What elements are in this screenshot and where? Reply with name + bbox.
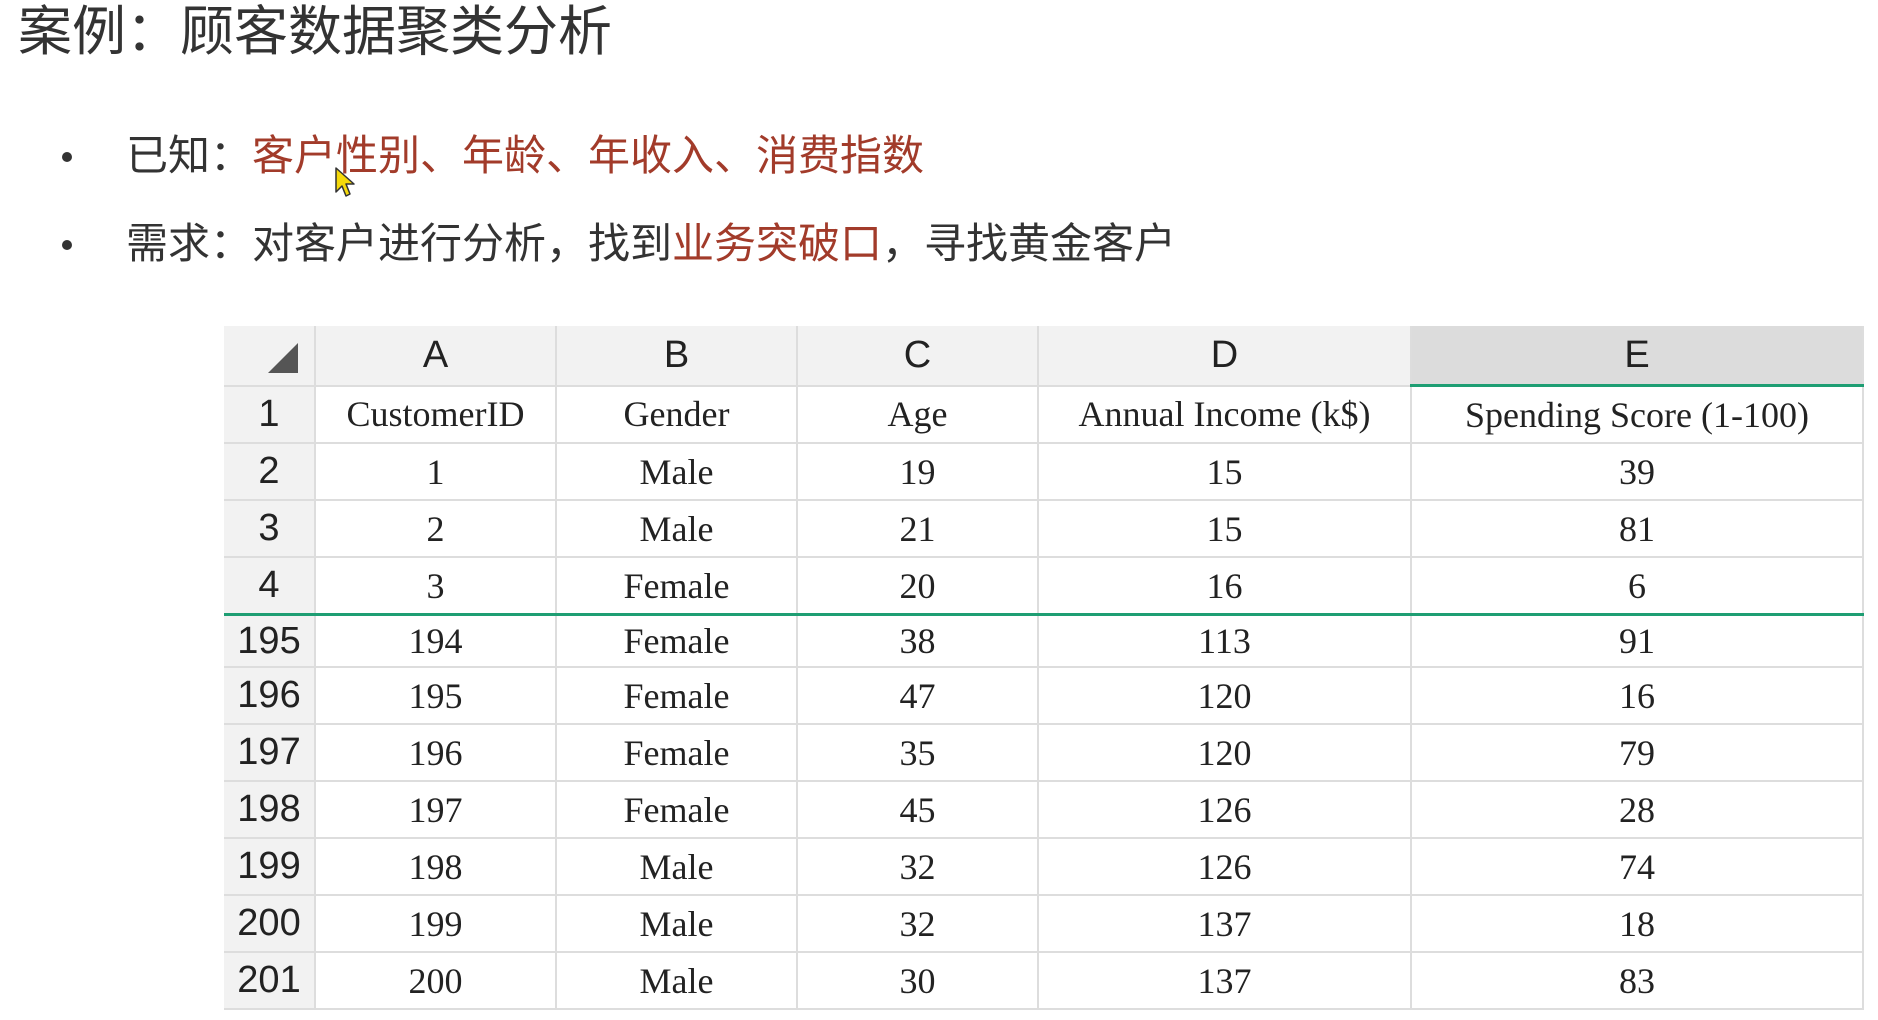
table-cell[interactable]: Female	[556, 614, 798, 668]
table-row: 2 1 Male 19 15 39	[224, 443, 1864, 501]
table-cell[interactable]: 200	[315, 952, 557, 1010]
table-cell[interactable]: CustomerID	[315, 385, 557, 444]
table-cell[interactable]: 39	[1411, 443, 1864, 501]
table-cell[interactable]: 81	[1411, 500, 1864, 558]
table-row: 4 3 Female 20 16 6	[224, 557, 1864, 616]
row-header[interactable]: 196	[224, 667, 316, 725]
table-cell[interactable]: Male	[556, 500, 798, 558]
table-cell[interactable]: Female	[556, 781, 798, 839]
table-cell[interactable]: Male	[556, 443, 798, 501]
table-cell[interactable]: 45	[797, 781, 1039, 839]
row-header[interactable]: 201	[224, 952, 316, 1010]
table-cell[interactable]: 194	[315, 614, 557, 668]
table-cell[interactable]: 19	[797, 443, 1039, 501]
page-title: 案例：顾客数据聚类分析	[18, 0, 612, 63]
table-cell[interactable]: 199	[315, 895, 557, 953]
table-cell[interactable]: 91	[1411, 614, 1864, 668]
spreadsheet-table[interactable]: A B C D E 1 CustomerID Gender Age Annual Inc…	[224, 326, 1864, 1010]
table-cell[interactable]: Gender	[556, 385, 798, 444]
bullet-requirement-highlight: 业务突破口	[672, 219, 883, 268]
table-cell[interactable]: Female	[556, 667, 798, 725]
table-cell[interactable]: Age	[797, 385, 1039, 444]
table-cell[interactable]: 16	[1411, 667, 1864, 725]
column-header-row: A B C D E	[224, 326, 1864, 387]
table-cell[interactable]: 6	[1411, 557, 1864, 616]
table-cell[interactable]: 15	[1038, 443, 1412, 501]
bullet-known-prefix: 已知：	[126, 131, 253, 180]
column-header-d[interactable]: D	[1038, 326, 1412, 387]
bullet-dot-icon	[62, 240, 72, 250]
table-row: 197 196 Female 35 120 79	[224, 724, 1864, 782]
bullet-requirement-suffix: ，寻找黄金客户	[882, 219, 1177, 268]
table-cell[interactable]: 83	[1411, 952, 1864, 1010]
table-cell[interactable]: 32	[797, 895, 1039, 953]
table-row: 3 2 Male 21 15 81	[224, 500, 1864, 558]
spreadsheet-body: 1 CustomerID Gender Age Annual Income (k$) Sp…	[224, 385, 1864, 1010]
table-cell[interactable]: Male	[556, 838, 798, 896]
row-header[interactable]: 198	[224, 781, 316, 839]
table-cell[interactable]: 137	[1038, 895, 1412, 953]
row-header[interactable]: 3	[224, 500, 316, 558]
table-cell[interactable]: Female	[556, 724, 798, 782]
table-cell[interactable]: 3	[315, 557, 557, 616]
table-cell[interactable]: 126	[1038, 838, 1412, 896]
table-cell[interactable]: 120	[1038, 667, 1412, 725]
table-row: 200 199 Male 32 137 18	[224, 895, 1864, 953]
table-cell[interactable]: 18	[1411, 895, 1864, 953]
bullet-known: 已知：客户性别、年龄、年收入、消费指数	[62, 126, 1176, 214]
bullet-list: 已知：客户性别、年龄、年收入、消费指数 需求：对客户进行分析，找到业务突破口，寻…	[62, 126, 1176, 302]
table-cell[interactable]: 113	[1038, 614, 1412, 668]
row-header[interactable]: 4	[224, 557, 316, 616]
column-header-c[interactable]: C	[797, 326, 1039, 387]
table-cell[interactable]: 197	[315, 781, 557, 839]
bullet-dot-icon	[62, 152, 72, 162]
table-cell[interactable]: 120	[1038, 724, 1412, 782]
bullet-requirement: 需求：对客户进行分析，找到业务突破口，寻找黄金客户	[62, 214, 1176, 302]
row-header[interactable]: 197	[224, 724, 316, 782]
row-header[interactable]: 200	[224, 895, 316, 953]
column-header-a[interactable]: A	[315, 326, 557, 387]
table-cell[interactable]: Annual Income (k$)	[1038, 385, 1412, 444]
table-cell[interactable]: 195	[315, 667, 557, 725]
row-header[interactable]: 195	[224, 614, 316, 668]
row-header[interactable]: 1	[224, 385, 316, 444]
column-header-e[interactable]: E	[1411, 326, 1864, 387]
table-cell[interactable]: 47	[797, 667, 1039, 725]
table-cell[interactable]: 30	[797, 952, 1039, 1010]
table-cell[interactable]: 126	[1038, 781, 1412, 839]
row-header[interactable]: 199	[224, 838, 316, 896]
table-cell[interactable]: 28	[1411, 781, 1864, 839]
select-all-corner[interactable]	[224, 326, 316, 387]
table-row: 199 198 Male 32 126 74	[224, 838, 1864, 896]
table-cell[interactable]: 196	[315, 724, 557, 782]
table-cell[interactable]: 2	[315, 500, 557, 558]
table-cell[interactable]: 74	[1411, 838, 1864, 896]
table-cell[interactable]: 38	[797, 614, 1039, 668]
column-header-b[interactable]: B	[556, 326, 798, 387]
select-all-triangle-icon	[268, 342, 298, 373]
table-row: 201 200 Male 30 137 83	[224, 952, 1864, 1010]
table-cell[interactable]: 20	[797, 557, 1039, 616]
bullet-requirement-prefix: 需求：对客户进行分析，找到	[126, 219, 673, 268]
table-row: 1 CustomerID Gender Age Annual Income (k$) Sp…	[224, 385, 1864, 444]
table-row: 198 197 Female 45 126 28	[224, 781, 1864, 839]
table-cell[interactable]: Male	[556, 952, 798, 1010]
table-row: 196 195 Female 47 120 16	[224, 667, 1864, 725]
table-cell[interactable]: 21	[797, 500, 1039, 558]
table-cell[interactable]: Female	[556, 557, 798, 616]
table-cell[interactable]: 32	[797, 838, 1039, 896]
table-cell[interactable]: 79	[1411, 724, 1864, 782]
table-cell[interactable]: 15	[1038, 500, 1412, 558]
table-cell[interactable]: Spending Score (1-100)	[1411, 385, 1864, 444]
table-cell[interactable]: 35	[797, 724, 1039, 782]
table-cell[interactable]: 198	[315, 838, 557, 896]
table-cell[interactable]: 1	[315, 443, 557, 501]
row-header[interactable]: 2	[224, 443, 316, 501]
table-cell[interactable]: Male	[556, 895, 798, 953]
mouse-pointer-icon	[335, 167, 355, 197]
table-cell[interactable]: 16	[1038, 557, 1412, 616]
table-cell[interactable]: 137	[1038, 952, 1412, 1010]
table-row: 195 194 Female 38 113 91	[224, 614, 1864, 668]
